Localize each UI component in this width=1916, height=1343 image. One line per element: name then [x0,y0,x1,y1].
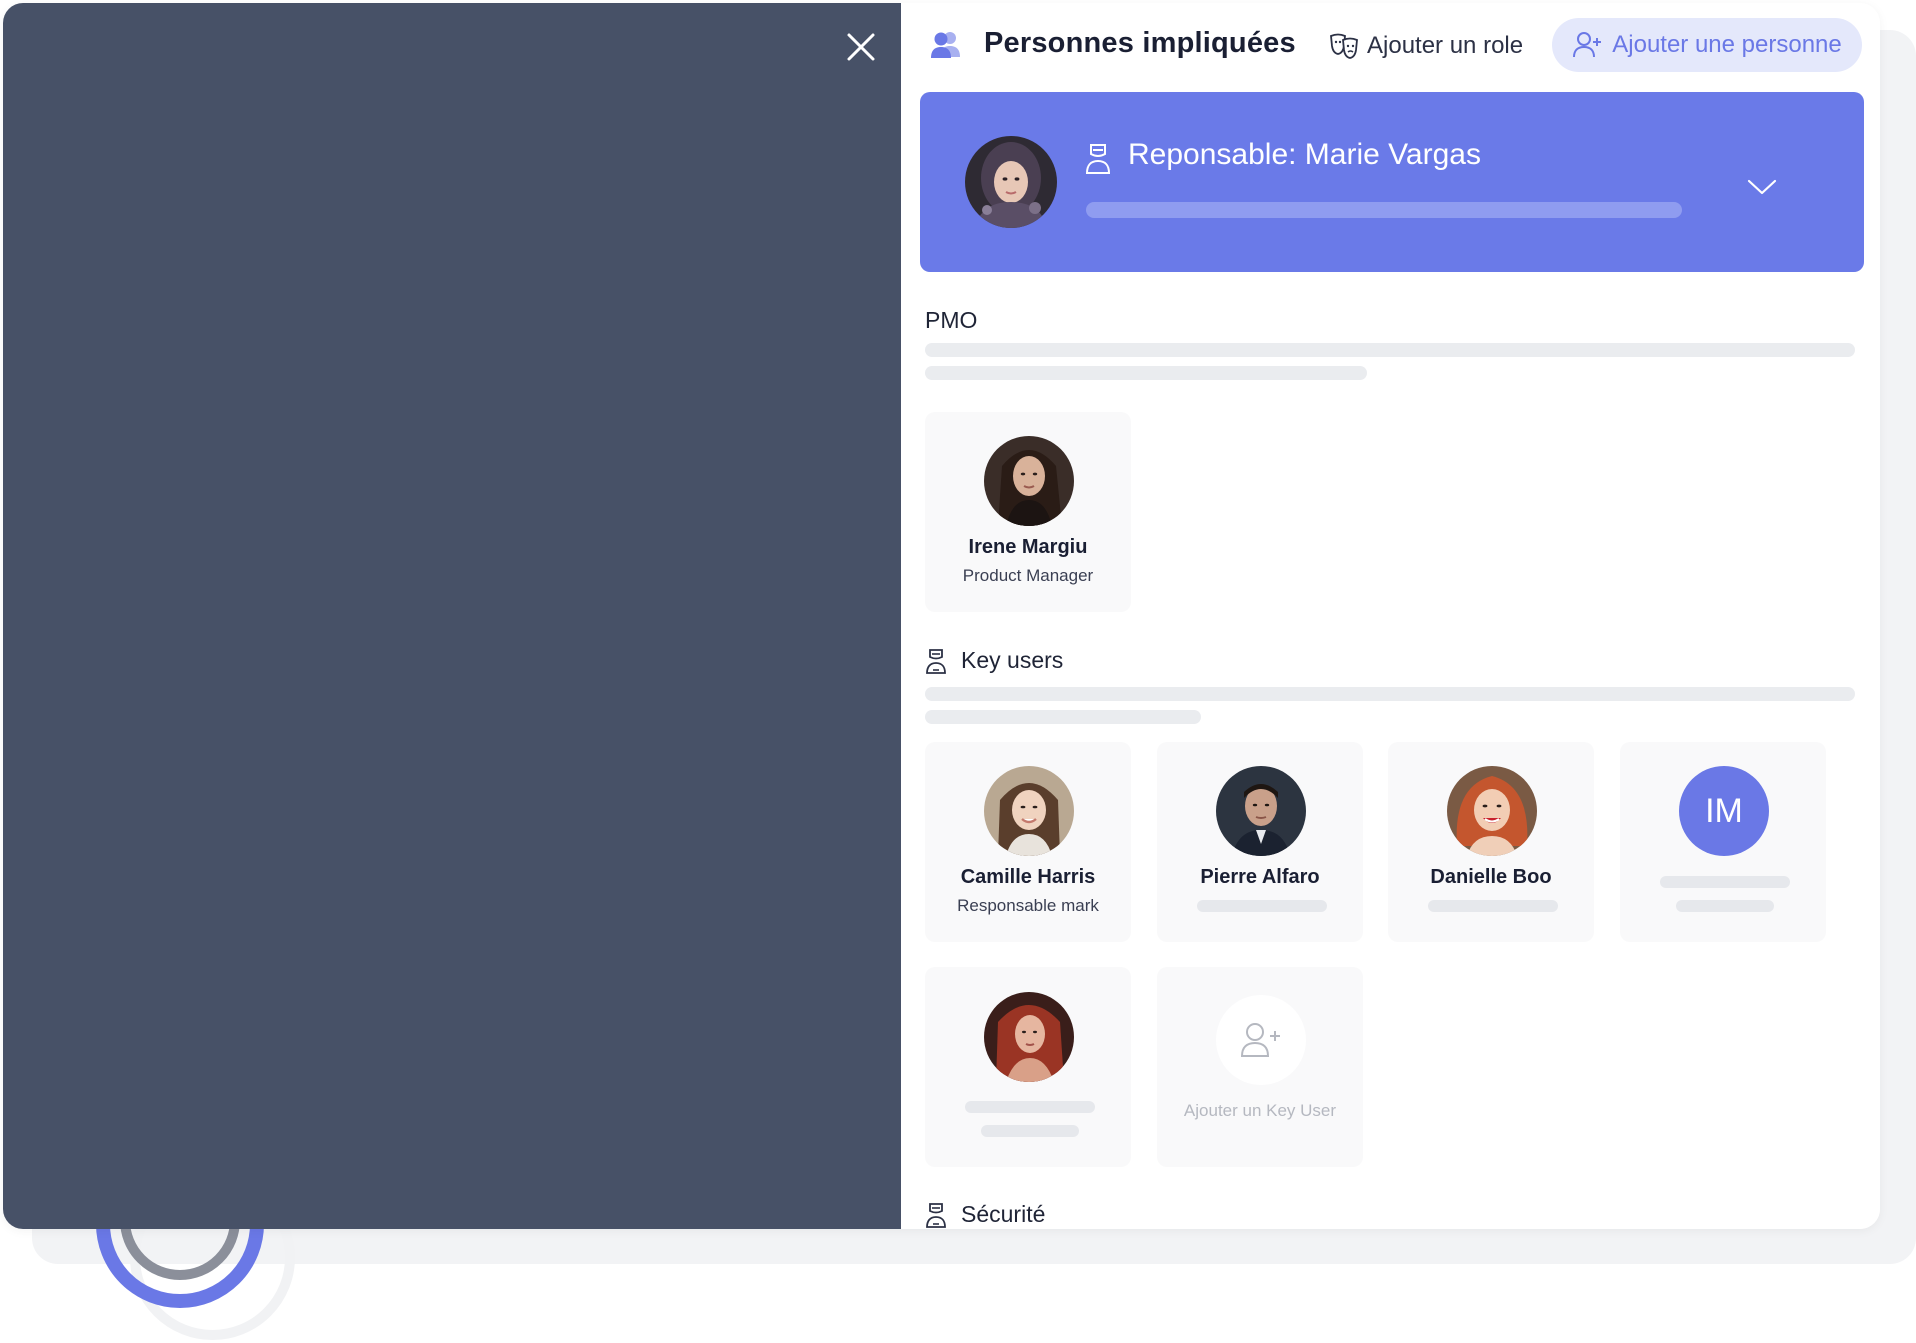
loading-placeholder [1086,202,1682,218]
section-title-pmo: PMO [925,307,977,334]
avatar-initials: IM [1679,766,1769,856]
responsable-card[interactable]: Reponsable: Marie Vargas [920,92,1864,272]
modal-backdrop[interactable] [3,3,901,1229]
section-label: PMO [925,307,978,333]
section-label: Key users [961,647,1064,673]
people-icon [931,32,960,58]
section-title-key-users: Key users [925,647,1063,674]
person-name: Irene Margiu [968,536,1088,558]
loading-placeholder [981,1125,1079,1137]
person-card-danielle-boo[interactable]: Danielle Boo [1388,742,1594,942]
loading-placeholder [1676,900,1774,912]
person-card-irene-margiu[interactable]: Irene Margiu Product Manager [925,412,1131,612]
close-icon[interactable] [843,29,879,65]
add-person-icon [1573,32,1602,58]
drawer-window: Personnes impliquées Ajouter un role Ajo… [3,3,1880,1229]
add-person-button[interactable]: Ajouter une personne [1552,18,1862,72]
chevron-down-icon[interactable] [1746,177,1778,197]
avatar [1216,766,1306,856]
stage: Personnes impliquées Ajouter un role Ajo… [0,0,1916,1343]
loading-placeholder [1197,900,1327,912]
person-card-camille-harris[interactable]: Camille Harris Responsable mark [925,742,1131,942]
user-role-icon [926,1202,946,1228]
person-name: Pierre Alfaro [1200,866,1320,888]
theater-masks-icon [1330,33,1358,59]
involved-people-panel: Personnes impliquées Ajouter un role Ajo… [901,3,1880,1229]
loading-placeholder [925,687,1855,701]
avatar [965,136,1057,228]
add-role-button[interactable]: Ajouter un role [1329,29,1523,63]
panel-header: Personnes impliquées Ajouter un role Ajo… [901,3,1880,91]
avatar [984,436,1074,526]
add-key-user-button[interactable] [1216,995,1306,1085]
add-key-user-card[interactable]: Ajouter un Key User [1157,967,1363,1167]
section-label: Sécurité [961,1201,1046,1227]
avatar [984,766,1074,856]
loading-placeholder [1660,876,1790,888]
avatar [1447,766,1537,856]
person-name: Danielle Boo [1430,866,1552,888]
person-card-unnamed[interactable] [925,967,1131,1167]
user-role-icon [1085,144,1111,174]
avatar [984,992,1074,1082]
person-role: Product Manager [962,566,1094,585]
user-role-icon [926,648,946,674]
page-title: Personnes impliquées [984,27,1296,59]
loading-placeholder [925,343,1855,357]
responsable-name: Reponsable: Marie Vargas [1128,138,1481,171]
loading-placeholder [965,1101,1095,1113]
loading-placeholder [1428,900,1558,912]
add-person-icon [1240,1023,1280,1057]
loading-placeholder [925,366,1367,380]
person-card-im[interactable]: IM [1620,742,1826,942]
add-key-user-label: Ajouter un Key User [1183,1101,1337,1120]
add-person-label: Ajouter une personne [1612,31,1842,58]
section-title-securite: Sécurité [925,1201,1045,1228]
person-name: Camille Harris [960,866,1096,888]
add-role-label: Ajouter un role [1367,32,1524,59]
loading-placeholder [925,710,1201,724]
person-card-pierre-alfaro[interactable]: Pierre Alfaro [1157,742,1363,942]
person-role: Responsable mark [957,896,1099,915]
